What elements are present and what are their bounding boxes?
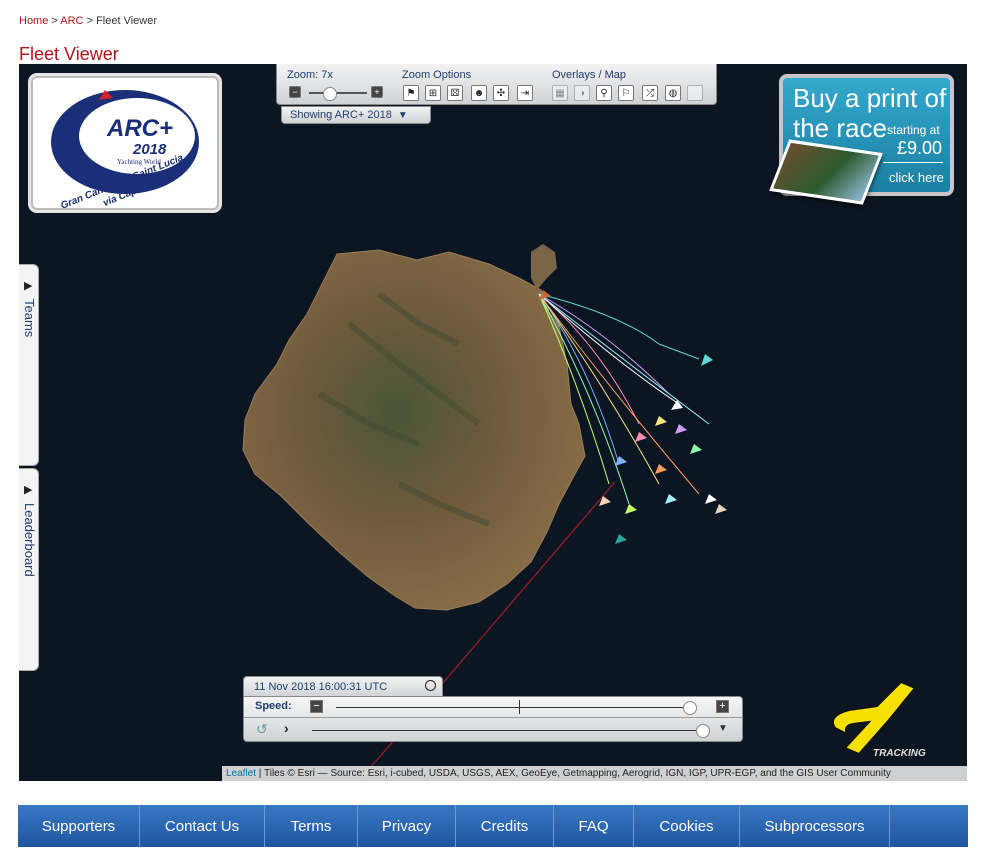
zoom-slider-knob[interactable] bbox=[323, 87, 338, 101]
speed-slider-track[interactable] bbox=[336, 707, 696, 708]
group-icon[interactable]: ☻ bbox=[471, 85, 487, 101]
ad-cta[interactable]: click here bbox=[889, 170, 944, 185]
speed-label: Speed: bbox=[255, 700, 292, 712]
clock-icon[interactable] bbox=[425, 680, 436, 691]
breadcrumb-home-link[interactable]: Home bbox=[19, 15, 48, 27]
start-flag-icon[interactable]: ⚑ bbox=[403, 85, 419, 101]
timestamp-text: 11 Nov 2018 16:00:31 UTC bbox=[254, 681, 388, 693]
footer-link-privacy[interactable]: Privacy bbox=[358, 805, 456, 847]
timestamp-box: 11 Nov 2018 16:00:31 UTC bbox=[243, 676, 443, 697]
yb-tracking-logo: TRACKING bbox=[831, 680, 926, 759]
leaderboard-tab[interactable]: ▶ Leaderboard bbox=[19, 468, 39, 671]
day-night-icon[interactable]: ◑ bbox=[574, 85, 590, 101]
breadcrumb-arc-link[interactable]: ARC bbox=[60, 15, 83, 27]
timeline-dropdown-icon[interactable]: ▼ bbox=[718, 723, 728, 734]
gran-canaria-island bbox=[242, 249, 586, 611]
footer-link-supporters[interactable]: Supporters bbox=[18, 805, 140, 847]
wind-icon[interactable]: ⚲ bbox=[596, 85, 612, 101]
logo-year: 2018 bbox=[132, 141, 167, 158]
expand-arrow-icon: ▶ bbox=[24, 484, 33, 496]
map-toolbar: Zoom: 7x Zoom Options Overlays / Map − +… bbox=[276, 64, 717, 105]
zoom-plus-box-icon[interactable]: ⊞ bbox=[425, 85, 441, 101]
zoom-slider-track[interactable] bbox=[309, 92, 367, 94]
breadcrumb-separator: > bbox=[48, 15, 61, 27]
ad-line3: starting at bbox=[887, 123, 940, 137]
course-flags-icon[interactable]: ⚐ bbox=[618, 85, 634, 101]
timeline-track[interactable] bbox=[312, 730, 702, 731]
race-print-photo bbox=[769, 139, 883, 205]
expand-arrow-icon: ▶ bbox=[24, 280, 33, 292]
footer-link-credits[interactable]: Credits bbox=[456, 805, 554, 847]
footer-link-contact-us[interactable]: Contact Us bbox=[140, 805, 265, 847]
zoom-label: Zoom: 7x bbox=[287, 69, 333, 81]
caret-down-icon: ▼ bbox=[397, 109, 408, 121]
footer-link-subprocessors[interactable]: Subprocessors bbox=[740, 805, 890, 847]
map-attribution: Leaflet | Tiles © Esri — Source: Esri, i… bbox=[222, 766, 967, 781]
speed-decrease-button[interactable]: − bbox=[310, 700, 323, 713]
footer-nav: Supporters Contact Us Terms Privacy Cred… bbox=[18, 805, 968, 847]
overlays-label: Overlays / Map bbox=[552, 69, 626, 81]
exit-icon[interactable]: ⇥ bbox=[517, 85, 533, 101]
breadcrumb-separator: > bbox=[83, 15, 97, 27]
ad-line2: the race bbox=[793, 113, 887, 143]
blank-layer-icon[interactable] bbox=[687, 85, 703, 101]
ad-divider bbox=[883, 162, 943, 163]
breadcrumb-current: Fleet Viewer bbox=[96, 15, 157, 27]
dice-icon[interactable]: ⚄ bbox=[447, 85, 463, 101]
footer-link-terms[interactable]: Terms bbox=[265, 805, 358, 847]
showing-dropdown[interactable]: Showing ARC+ 2018 ▼ bbox=[281, 106, 431, 124]
speed-increase-button[interactable]: + bbox=[716, 700, 729, 713]
globe-icon[interactable]: ◍ bbox=[665, 85, 681, 101]
attribution-text: | Tiles © Esri — Source: Esri, i-cubed, … bbox=[256, 768, 891, 779]
replay-icon[interactable]: ↺ bbox=[256, 721, 268, 738]
showing-label: Showing ARC+ 2018 bbox=[290, 109, 392, 121]
tracking-text: TRACKING bbox=[873, 748, 926, 759]
speed-slider-midmark bbox=[519, 700, 520, 714]
zoom-out-button[interactable]: − bbox=[289, 86, 301, 98]
zoom-options-label: Zoom Options bbox=[402, 69, 472, 81]
leaflet-link[interactable]: Leaflet bbox=[226, 768, 256, 779]
page-title: Fleet Viewer bbox=[19, 44, 119, 64]
fit-all-icon[interactable]: ✣ bbox=[493, 85, 509, 101]
speed-slider-knob[interactable] bbox=[682, 701, 697, 715]
teams-tab[interactable]: ▶ Teams bbox=[19, 264, 39, 466]
fleet-map[interactable]: ARC+ 2018 Yachting World Gran Canaria to… bbox=[19, 64, 967, 781]
zoom-in-button[interactable]: + bbox=[371, 86, 383, 98]
arc-logo-graphic: ARC+ 2018 Yachting World Gran Canaria to… bbox=[51, 90, 199, 212]
breadcrumb: Home > ARC > Fleet Viewer bbox=[19, 15, 157, 27]
event-logo: ARC+ 2018 Yachting World Gran Canaria to… bbox=[31, 76, 219, 212]
ad-price: £9.00 bbox=[897, 138, 943, 158]
replay-player: Speed: − + ↺ › ▼ bbox=[243, 696, 743, 742]
timeline-knob[interactable] bbox=[696, 724, 710, 738]
print-advert[interactable]: Buy a print of the race starting at £9.0… bbox=[769, 74, 954, 205]
footer-link-faq[interactable]: FAQ bbox=[554, 805, 634, 847]
isleta-peninsula bbox=[531, 244, 557, 290]
footer-link-cookies[interactable]: Cookies bbox=[634, 805, 740, 847]
logo-title: ARC+ bbox=[106, 115, 173, 142]
ad-line1: Buy a print of bbox=[793, 83, 947, 113]
shuffle-icon[interactable]: ⤮ bbox=[642, 85, 658, 101]
play-icon[interactable]: › bbox=[284, 720, 289, 736]
grid-icon[interactable]: ▦ bbox=[552, 85, 568, 101]
teams-tab-label: Teams bbox=[22, 299, 37, 338]
player-divider bbox=[244, 717, 742, 718]
leaderboard-tab-label: Leaderboard bbox=[22, 503, 37, 577]
